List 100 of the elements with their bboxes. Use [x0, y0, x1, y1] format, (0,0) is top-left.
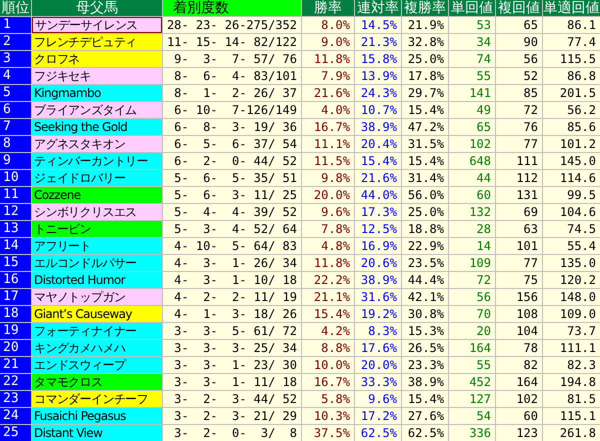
show-rate-cell: 27.6% — [402, 408, 448, 424]
show-return-cell: 65 — [496, 17, 542, 33]
sire-name-cell[interactable]: シンボリクリスエス — [32, 204, 162, 220]
sire-name-cell[interactable]: マヤノトップガン — [32, 289, 162, 305]
show-rate-cell: 30.8% — [402, 306, 448, 322]
show-return-cell: 76 — [496, 119, 542, 135]
adjusted-return-cell: 194.8 — [543, 374, 600, 390]
quinella-rate-cell: 20.4% — [355, 136, 401, 152]
adjusted-return-cell: 109.0 — [543, 306, 600, 322]
show-rate-cell: 15.4% — [402, 391, 448, 407]
sire-name-cell[interactable]: エンドスウィープ — [32, 357, 162, 373]
show-rate-cell: 47.2% — [402, 119, 448, 135]
column-header: 単適回値 — [543, 0, 600, 16]
adjusted-return-cell: 82.3 — [543, 357, 600, 373]
rank-cell: 24 — [0, 408, 31, 424]
win-rate-cell: 37.5% — [302, 425, 354, 441]
record-cell: 3- 2- 3- 44/ 52 — [163, 391, 301, 407]
sire-name-cell[interactable]: フォーティナイナー — [32, 323, 162, 339]
sire-name-cell[interactable]: アグネスタキオン — [32, 136, 162, 152]
win-return-cell: 72 — [449, 272, 495, 288]
win-return-cell: 14 — [449, 238, 495, 254]
win-return-cell: 132 — [449, 204, 495, 220]
adjusted-return-cell: 56.2 — [543, 102, 600, 118]
record-cell: 3- 3- 1- 11/ 18 — [163, 374, 301, 390]
record-cell: 6- 5- 6- 37/ 54 — [163, 136, 301, 152]
sire-name-cell[interactable]: Distorted Humor — [32, 272, 162, 288]
rank-cell: 6 — [0, 102, 31, 118]
rank-cell: 2 — [0, 34, 31, 50]
win-return-cell: 102 — [449, 136, 495, 152]
show-return-cell: 104 — [496, 323, 542, 339]
sire-name-cell[interactable]: Kingmambo — [32, 85, 162, 101]
show-rate-cell: 29.7% — [402, 85, 448, 101]
rank-cell: 22 — [0, 374, 31, 390]
quinella-rate-cell: 21.6% — [355, 170, 401, 186]
show-return-cell: 102 — [496, 391, 542, 407]
rank-cell: 8 — [0, 136, 31, 152]
win-rate-cell: 11.1% — [302, 136, 354, 152]
record-cell: 3- 3- 3- 25/ 34 — [163, 340, 301, 356]
adjusted-return-cell: 201.5 — [543, 85, 600, 101]
show-return-cell: 52 — [496, 68, 542, 84]
quinella-rate-cell: 15.4% — [355, 153, 401, 169]
record-cell: 4- 10- 5- 64/ 83 — [163, 238, 301, 254]
show-rate-cell: 38.9% — [402, 374, 448, 390]
win-return-cell: 109 — [449, 255, 495, 271]
record-cell: 8- 1- 2- 26/ 37 — [163, 85, 301, 101]
win-return-cell: 55 — [449, 357, 495, 373]
quinella-rate-cell: 20.6% — [355, 255, 401, 271]
sire-name-cell[interactable]: アフリート — [32, 238, 162, 254]
rank-cell: 9 — [0, 153, 31, 169]
show-rate-cell: 17.8% — [402, 68, 448, 84]
show-rate-cell: 44.4% — [402, 272, 448, 288]
win-rate-cell: 15.4% — [302, 306, 354, 322]
sire-name-cell[interactable]: Cozzene — [32, 187, 162, 203]
sire-name-cell[interactable]: タマモクロス — [32, 374, 162, 390]
rank-cell: 5 — [0, 85, 31, 101]
quinella-rate-cell: 20.0% — [355, 357, 401, 373]
win-return-cell: 53 — [449, 17, 495, 33]
sire-name-cell[interactable]: コマンダーインチーフ — [32, 391, 162, 407]
adjusted-return-cell: 114.6 — [543, 170, 600, 186]
sire-name-cell[interactable]: ティンバーカントリー — [32, 153, 162, 169]
win-return-cell: 28 — [449, 221, 495, 237]
show-rate-cell: 15.4% — [402, 153, 448, 169]
sire-name-cell[interactable]: クロフネ — [32, 51, 162, 67]
win-rate-cell: 7.9% — [302, 68, 354, 84]
sire-name-cell[interactable]: フレンチデピュティ — [32, 34, 162, 50]
sire-name-cell[interactable]: Fusaichi Pegasus — [32, 408, 162, 424]
adjusted-return-cell: 115.1 — [543, 408, 600, 424]
sire-name-cell[interactable]: フジキセキ — [32, 68, 162, 84]
rank-cell: 19 — [0, 323, 31, 339]
win-return-cell: 74 — [449, 51, 495, 67]
rank-cell: 1 — [0, 17, 31, 33]
sire-name-cell[interactable]: Seeking the Gold — [32, 119, 162, 135]
sire-name-cell[interactable]: Distant View — [32, 425, 162, 441]
adjusted-return-cell: 101.2 — [543, 136, 600, 152]
sire-name-cell[interactable]: トニービン — [32, 221, 162, 237]
sire-name-cell[interactable]: Giant’s Causeway — [32, 306, 162, 322]
sire-name-cell[interactable]: エルコンドルパサー — [32, 255, 162, 271]
win-rate-cell: 5.8% — [302, 391, 354, 407]
show-rate-cell: 42.1% — [402, 289, 448, 305]
win-rate-cell: 9.0% — [302, 34, 354, 50]
win-rate-cell: 4.2% — [302, 323, 354, 339]
record-cell: 3- 3- 1- 23/ 30 — [163, 357, 301, 373]
adjusted-return-cell: 99.5 — [543, 187, 600, 203]
record-cell: 4- 3- 1- 10/ 18 — [163, 272, 301, 288]
adjusted-return-cell: 86.1 — [543, 17, 600, 33]
win-return-cell: 164 — [449, 340, 495, 356]
adjusted-return-cell: 77.4 — [543, 34, 600, 50]
show-return-cell: 108 — [496, 306, 542, 322]
show-return-cell: 112 — [496, 170, 542, 186]
win-rate-cell: 10.0% — [302, 357, 354, 373]
quinella-rate-cell: 14.5% — [355, 17, 401, 33]
win-rate-cell: 9.8% — [302, 170, 354, 186]
sire-name-cell[interactable]: ブライアンズタイム — [32, 102, 162, 118]
adjusted-return-cell: 86.8 — [543, 68, 600, 84]
show-return-cell: 56 — [496, 51, 542, 67]
column-header: 複回値 — [496, 0, 542, 16]
sire-name-cell[interactable]: ジェイドロバリー — [32, 170, 162, 186]
win-rate-cell: 9.6% — [302, 204, 354, 220]
sire-name-cell[interactable]: キングカメハメハ — [32, 340, 162, 356]
sire-name-cell[interactable]: サンデーサイレンス — [32, 17, 162, 33]
